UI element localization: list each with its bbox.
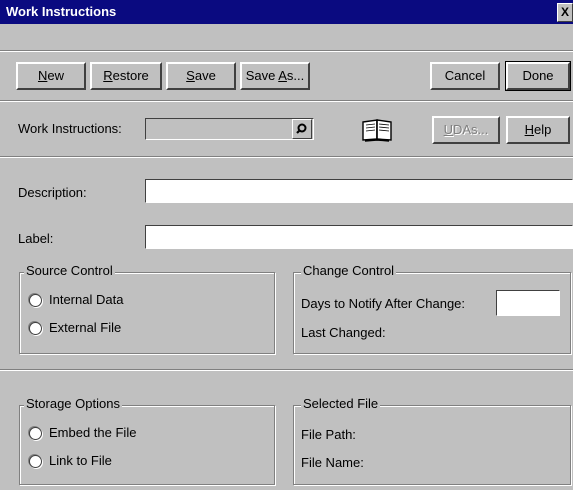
work-instructions-field[interactable] xyxy=(145,118,314,140)
external-file-label[interactable]: External File xyxy=(49,320,121,335)
book-icon[interactable] xyxy=(360,117,396,143)
udas-button-label-accel: U xyxy=(443,122,453,137)
udas-button-label-post: DAs... xyxy=(452,122,489,137)
save-as-button-label-post: s... xyxy=(286,68,305,83)
storage-options-group xyxy=(19,405,275,485)
restore-button-label-accel: R xyxy=(103,68,113,83)
selected-file-group xyxy=(293,405,571,485)
description-input[interactable] xyxy=(145,179,573,203)
selected-file-title: Selected File xyxy=(301,396,381,411)
external-file-radio[interactable] xyxy=(29,322,42,335)
save-button-label-post: ave xyxy=(194,68,216,83)
new-button-label-accel: N xyxy=(37,68,48,83)
embed-file-radio[interactable] xyxy=(29,427,42,440)
save-as-button-label-accel: A xyxy=(278,68,287,83)
restore-button[interactable]: Restore xyxy=(90,62,162,90)
middle-separator xyxy=(0,369,573,371)
window-title: Work Instructions xyxy=(6,4,117,19)
udas-button[interactable]: UDAs... xyxy=(432,116,500,144)
toolbar-top-separator xyxy=(0,50,573,52)
work-instructions-label: Work Instructions: xyxy=(18,121,122,136)
save-button-label-accel: S xyxy=(186,68,195,83)
cancel-button[interactable]: Cancel xyxy=(430,62,500,90)
label-input[interactable] xyxy=(145,225,573,249)
source-control-title: Source Control xyxy=(24,263,115,278)
help-button-label-accel: H xyxy=(524,122,535,137)
search-icon-glyph xyxy=(296,123,307,134)
restore-button-label-post: estore xyxy=(112,68,149,83)
label-label: Label: xyxy=(18,231,54,246)
internal-data-radio[interactable] xyxy=(29,294,42,307)
book-icon-glyph xyxy=(362,119,392,142)
change-control-title: Change Control xyxy=(301,263,397,278)
link-to-file-label[interactable]: Link to File xyxy=(49,453,112,468)
new-button-label-post: ew xyxy=(47,68,64,83)
save-as-button[interactable]: Save As... xyxy=(240,62,310,90)
search-icon[interactable] xyxy=(292,119,312,139)
help-button[interactable]: Help xyxy=(506,116,570,144)
link-to-file-radio[interactable] xyxy=(29,455,42,468)
toolbar-bottom-separator xyxy=(0,100,573,102)
title-bar[interactable]: Work Instructions X xyxy=(0,0,573,24)
internal-data-label[interactable]: Internal Data xyxy=(49,292,123,307)
file-path-label: File Path: xyxy=(301,427,356,442)
storage-options-title: Storage Options xyxy=(24,396,122,411)
work-instructions-window: Work Instructions X New Restore Save Sav… xyxy=(0,0,573,490)
save-as-button-label-pre: Save xyxy=(245,68,279,83)
file-name-label: File Name: xyxy=(301,455,364,470)
save-button[interactable]: Save xyxy=(166,62,236,90)
last-changed-label: Last Changed: xyxy=(301,325,386,340)
source-control-group xyxy=(19,272,275,354)
close-icon[interactable]: X xyxy=(557,3,573,22)
embed-file-label[interactable]: Embed the File xyxy=(49,425,136,440)
header-separator xyxy=(0,156,573,158)
done-button[interactable]: Done xyxy=(505,61,571,91)
days-to-notify-label: Days to Notify After Change: xyxy=(301,296,466,311)
description-label: Description: xyxy=(18,185,87,200)
days-to-notify-input[interactable] xyxy=(496,290,560,316)
help-button-label-post: elp xyxy=(534,122,552,137)
new-button[interactable]: New xyxy=(16,62,86,90)
